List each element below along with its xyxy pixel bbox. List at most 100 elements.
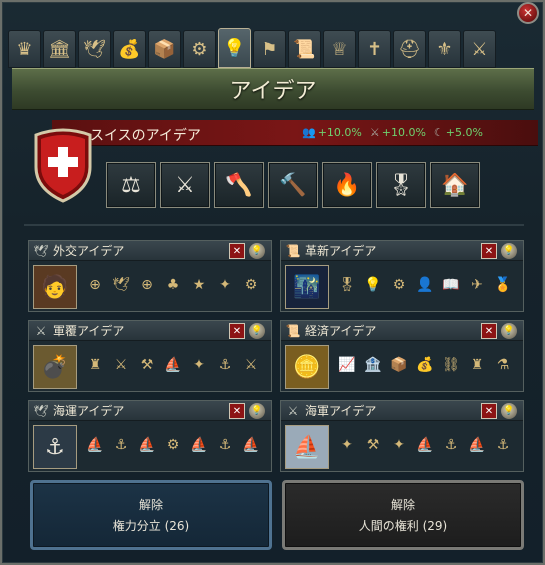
remove-idea-group-button[interactable]: ✕ bbox=[229, 403, 245, 419]
idea-icon[interactable]: ✈ bbox=[467, 275, 487, 295]
crossed-swords-icon: ⚔ bbox=[35, 323, 47, 338]
modifier-manpower[interactable]: 👥 +10.0% bbox=[302, 126, 362, 139]
remove-idea-group-button[interactable]: ✕ bbox=[481, 243, 497, 259]
idea-icon[interactable]: 📈 bbox=[337, 355, 357, 375]
tab-military[interactable]: ⛑ bbox=[393, 30, 426, 68]
national-idea[interactable]: 🎖 bbox=[376, 162, 426, 208]
remove-idea-group-button[interactable]: ✕ bbox=[481, 403, 497, 419]
idea-icon[interactable]: ⚒ bbox=[363, 435, 383, 455]
tab-court[interactable]: ♛ bbox=[8, 30, 41, 68]
idea-icon[interactable]: ⊕ bbox=[137, 275, 157, 295]
modifier-morale[interactable]: ☾ +5.0% bbox=[434, 126, 483, 139]
idea-icon[interactable]: 🏅 bbox=[493, 275, 513, 295]
idea-icon[interactable]: ⚓ bbox=[215, 435, 235, 455]
idea-icon[interactable]: ⛵ bbox=[415, 435, 435, 455]
tab-estates[interactable]: ♕ bbox=[323, 30, 356, 68]
remove-idea-group-button[interactable]: ✕ bbox=[229, 243, 245, 259]
remove-idea-group-button[interactable]: ✕ bbox=[229, 323, 245, 339]
lightbulb-icon[interactable]: 💡 bbox=[249, 403, 265, 419]
idea-icon[interactable]: ✦ bbox=[389, 435, 409, 455]
idea-icon[interactable]: ⛵ bbox=[467, 435, 487, 455]
idea-icon[interactable]: ✦ bbox=[189, 355, 209, 375]
idea-group-innovative[interactable]: 📜 革新アイデア ✕ 💡 🌃 🎖 💡 ⚙ 👤 📖 ✈ 🏅 bbox=[280, 240, 524, 312]
policy-button-human-rights[interactable]: 解除 人間の権利 (29) bbox=[282, 480, 524, 550]
idea-group-economic[interactable]: 📜 経済アイデア ✕ 💡 🪙 📈 🏦 📦 💰 ⛓ ♜ ⚗ bbox=[280, 320, 524, 392]
national-idea[interactable]: 🏠 bbox=[430, 162, 480, 208]
idea-icon[interactable]: 🎖 bbox=[337, 275, 357, 295]
section-divider bbox=[24, 224, 524, 226]
national-idea[interactable]: ⚔ bbox=[160, 162, 210, 208]
modifier-discipline[interactable]: ⚔ +10.0% bbox=[370, 126, 426, 139]
lightbulb-icon[interactable]: 💡 bbox=[501, 323, 517, 339]
tab-religion[interactable]: ✝ bbox=[358, 30, 391, 68]
idea-icon[interactable]: ⚓ bbox=[493, 435, 513, 455]
national-idea[interactable]: 🪓 bbox=[214, 162, 264, 208]
idea-icon[interactable]: 🏦 bbox=[363, 355, 383, 375]
tab-diplomacy[interactable]: 🕊 bbox=[78, 30, 111, 68]
idea-group-military[interactable]: ⚔ 軍覆アイデア ✕ 💡 💣 ♜ ⚔ ⚒ ⛵ ✦ ⚓ ⚔ bbox=[28, 320, 272, 392]
remove-idea-group-button[interactable]: ✕ bbox=[481, 323, 497, 339]
idea-group-title: 軍覆アイデア bbox=[53, 324, 125, 338]
tab-war[interactable]: ⚔ bbox=[463, 30, 496, 68]
idea-icon[interactable]: ✦ bbox=[215, 275, 235, 295]
idea-icon[interactable]: ⚒ bbox=[137, 355, 157, 375]
country-shield-icon[interactable] bbox=[32, 127, 94, 203]
idea-icon[interactable]: ⛓ bbox=[441, 355, 461, 375]
lightbulb-icon[interactable]: 💡 bbox=[249, 243, 265, 259]
idea-icon[interactable]: ⚙ bbox=[241, 275, 261, 295]
tab-technology[interactable]: ⚙ bbox=[183, 30, 216, 68]
idea-icon[interactable]: ⚔ bbox=[111, 355, 131, 375]
idea-icon[interactable]: 👤 bbox=[415, 275, 435, 295]
building-growth-icon: 🏠 bbox=[441, 172, 469, 198]
idea-icon[interactable]: 🕊 bbox=[111, 275, 131, 295]
idea-icon[interactable]: ⛵ bbox=[163, 355, 183, 375]
idea-icon[interactable]: ★ bbox=[189, 275, 209, 295]
idea-icon[interactable]: ⛵ bbox=[85, 435, 105, 455]
idea-icon[interactable]: ♣ bbox=[163, 275, 183, 295]
tab-economy[interactable]: 💰 bbox=[113, 30, 146, 68]
crossed-swords-icon: ⚔ bbox=[287, 403, 299, 418]
advisor-portrait: ⛵ bbox=[285, 425, 329, 469]
policy-button-separation-of-powers[interactable]: 解除 権力分立 (26) bbox=[30, 480, 272, 550]
national-idea[interactable]: 🔥 bbox=[322, 162, 372, 208]
idea-icon[interactable]: 💰 bbox=[415, 355, 435, 375]
idea-icon[interactable]: ⚔ bbox=[241, 355, 261, 375]
idea-icon[interactable]: ⛵ bbox=[189, 435, 209, 455]
idea-group-naval[interactable]: ⚔ 海軍アイデア ✕ 💡 ⛵ ✦ ⚒ ✦ ⛵ ⚓ ⛵ ⚓ bbox=[280, 400, 524, 472]
idea-icon[interactable]: ⚓ bbox=[111, 435, 131, 455]
tab-government[interactable]: 🏛 bbox=[43, 30, 76, 68]
tab-ideas[interactable]: 💡 bbox=[218, 28, 251, 68]
idea-icon[interactable]: ⚙ bbox=[163, 435, 183, 455]
idea-icon[interactable]: 📖 bbox=[441, 275, 461, 295]
lightbulb-icon[interactable]: 💡 bbox=[249, 323, 265, 339]
tab-trade[interactable]: 📦 bbox=[148, 30, 181, 68]
idea-group-diplomatic[interactable]: 🕊 外交アイデア ✕ 💡 🧑 ⊕ 🕊 ⊕ ♣ ★ ✦ ⚙ bbox=[28, 240, 272, 312]
idea-group-header: 🕊 外交アイデア ✕ 💡 bbox=[29, 241, 271, 261]
idea-icon[interactable]: ✦ bbox=[337, 435, 357, 455]
crest-icon: ⚜ bbox=[436, 38, 453, 60]
lightbulb-icon[interactable]: 💡 bbox=[501, 243, 517, 259]
idea-icon[interactable]: ⛵ bbox=[241, 435, 261, 455]
close-button[interactable]: ✕ bbox=[517, 2, 539, 24]
tab-stability[interactable]: ⚑ bbox=[253, 30, 286, 68]
idea-icon[interactable]: ⚙ bbox=[389, 275, 409, 295]
tab-decisions[interactable]: 📜 bbox=[288, 30, 321, 68]
idea-icon[interactable]: 📦 bbox=[389, 355, 409, 375]
idea-icon[interactable]: 💡 bbox=[363, 275, 383, 295]
national-idea[interactable]: ⚖ bbox=[106, 162, 156, 208]
scroll-icon: 📜 bbox=[285, 243, 301, 258]
idea-icon[interactable]: ♜ bbox=[85, 355, 105, 375]
tab-subjects[interactable]: ⚜ bbox=[428, 30, 461, 68]
idea-icon[interactable]: ⚗ bbox=[493, 355, 513, 375]
lightbulb-icon[interactable]: 💡 bbox=[501, 403, 517, 419]
idea-icon[interactable]: ♜ bbox=[467, 355, 487, 375]
idea-group-maritime[interactable]: 🕊 海運アイデア ✕ 💡 ⚓ ⛵ ⚓ ⛵ ⚙ ⛵ ⚓ ⛵ bbox=[28, 400, 272, 472]
idea-group-header: 📜 経済アイデア ✕ 💡 bbox=[281, 321, 523, 341]
idea-icon[interactable]: ⛵ bbox=[137, 435, 157, 455]
idea-icon[interactable]: ⚓ bbox=[441, 435, 461, 455]
idea-icons: ♜ ⚔ ⚒ ⛵ ✦ ⚓ ⚔ bbox=[85, 355, 261, 375]
idea-icon[interactable]: ⚓ bbox=[215, 355, 235, 375]
idea-icon[interactable]: ⊕ bbox=[85, 275, 105, 295]
mercenary-icon: ⚔ bbox=[175, 172, 195, 198]
national-idea[interactable]: 🔨 bbox=[268, 162, 318, 208]
